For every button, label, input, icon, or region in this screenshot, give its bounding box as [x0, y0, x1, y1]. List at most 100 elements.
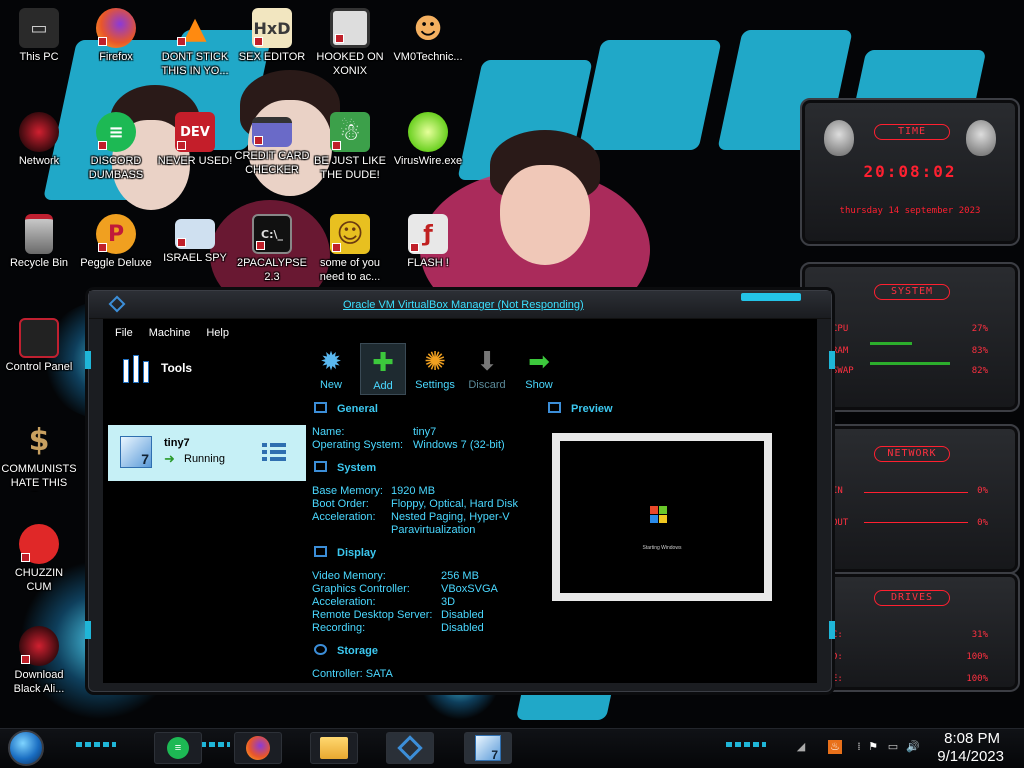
tools-icon [121, 353, 151, 383]
desktop-icon-network[interactable]: Network [1, 112, 77, 168]
desktop-icon-label: BE JUST LIKE THE DUDE! [314, 155, 386, 181]
taskbar-app-firefox[interactable] [234, 732, 282, 764]
desktop-icon-this-pc[interactable]: ▭ This PC [1, 8, 77, 64]
desktop-icon-communists[interactable]: $ COMMUNISTS HATE THIS G... [1, 420, 77, 493]
settings-button[interactable]: ✺ Settings [412, 343, 458, 395]
desktop-icon-sex-editor[interactable]: HxD SEX EDITOR [234, 8, 310, 64]
desktop-icon-label: Control Panel [5, 361, 73, 373]
desktop-icon-be-just-like-the-dude[interactable]: ☃ BE JUST LIKE THE DUDE! [312, 112, 388, 182]
spy-icon [175, 219, 215, 249]
green-chat-icon: ≡ [167, 737, 189, 759]
time-gadget[interactable]: TIME 20:08:02 thursday 14 september 2023 [800, 98, 1020, 246]
gadget-title: TIME [874, 124, 950, 140]
prop-key: Acceleration: [312, 596, 376, 608]
recycle-bin-icon [25, 214, 53, 254]
tray-app-icon[interactable]: ♨ [828, 740, 842, 754]
desktop-icon-control-panel[interactable]: Control Panel [1, 318, 77, 374]
prop-value: 1920 MB [391, 485, 436, 497]
peggle-icon: P [96, 214, 136, 254]
start-button[interactable] [8, 730, 44, 766]
desktop-icon-recycle-bin[interactable]: Recycle Bin [1, 214, 77, 270]
desktop-icon-2pacalypse[interactable]: C:\_ 2PACALYPSE 2.3 [234, 214, 310, 284]
taskbar-app-virtualbox[interactable] [386, 732, 434, 764]
desktop-icon-chuzzin[interactable]: CHUZZIN CUM [1, 524, 77, 594]
desktop-icon-some-of-you[interactable]: ☺ some of you need to ac... [312, 214, 388, 284]
flash-icon: ƒ [408, 214, 448, 254]
desktop-icon-download-black-alienware[interactable]: Download Black Ali... [1, 626, 77, 696]
monitor-icon [548, 402, 561, 413]
desktop-icon-israel-spy[interactable]: ISRAEL SPY [157, 214, 233, 265]
network-row-value: 0% [977, 486, 988, 496]
desktop-icon-viruswire[interactable]: VirusWire.exe [390, 112, 466, 168]
prop-value: Disabled [441, 609, 484, 621]
toolbar: ✹ New ✚ Add ✺ Settings ⬇ Discard ➡ Show [308, 343, 562, 395]
desktop-icon-label: ISRAEL SPY [163, 252, 227, 264]
network-gadget[interactable]: NETWORK IN 0% OUT 0% [800, 424, 1020, 574]
desktop-icon-label: 2PACALYPSE 2.3 [237, 257, 307, 283]
tray-volume-icon[interactable]: 🔊 [906, 740, 920, 754]
control-panel-icon [19, 318, 59, 358]
drive-row-value: 31% [971, 630, 988, 640]
desktop-icon-hooked-on-xonix[interactable]: HOOKED ON XONIX [312, 8, 388, 78]
desktop-icon-never-used[interactable]: DEV NEVER USED! [157, 112, 233, 168]
menu-help[interactable]: Help [206, 327, 229, 343]
tray-network-icon[interactable]: ◢ [794, 740, 808, 754]
desktop-icon-firefox[interactable]: Firefox [78, 8, 154, 64]
running-arrow-icon: ➜ [164, 451, 175, 466]
desktop-icon-peggle[interactable]: P Peggle Deluxe [78, 214, 154, 270]
new-button[interactable]: ✹ New [308, 343, 354, 395]
menu-file[interactable]: File [115, 327, 133, 343]
desktop-icon-label: Download Black Ali... [13, 669, 65, 695]
system-row-label: SWAP [832, 366, 854, 376]
cmd-icon: C:\_ [252, 214, 292, 254]
settings-label: Settings [415, 379, 455, 391]
prop-key: Graphics Controller: [312, 583, 410, 595]
menu-machine[interactable]: Machine [149, 327, 191, 343]
new-star-icon: ✹ [320, 347, 342, 377]
desktop-icon-label: SEX EDITOR [238, 51, 306, 63]
vm-list-item-tiny7[interactable]: 7 tiny7 ➜ Running [108, 425, 306, 481]
alien-head-icon [824, 120, 854, 156]
window-title-bar[interactable]: Oracle VM VirtualBox Manager (Not Respon… [89, 291, 831, 319]
desktop-icon-flash[interactable]: ƒ FLASH ! [390, 214, 466, 270]
section-preview: Preview [548, 402, 613, 415]
tray-display-icon[interactable]: ▭ [886, 740, 900, 754]
green-chat-icon: ≡ [96, 112, 136, 152]
add-plus-icon: ✚ [372, 348, 394, 378]
window-controls[interactable] [741, 293, 801, 301]
add-label: Add [373, 380, 393, 392]
desktop-icon-dont-stick[interactable]: ▲ DONT STICK THIS IN YO... [157, 8, 233, 78]
desktop-icon-credit-card-checker[interactable]: CREDIT CARD CHECKER [234, 112, 310, 177]
tray-chevron-icon[interactable]: ⁞ [852, 740, 866, 754]
taskbar-app-file-explorer[interactable] [310, 732, 358, 764]
vm-preview[interactable]: Starting Windows [552, 433, 772, 601]
desktop-icon-label: DONT STICK THIS IN YO... [161, 51, 229, 77]
discard-button[interactable]: ⬇ Discard [464, 343, 510, 395]
show-button[interactable]: ➡ Show [516, 343, 562, 395]
prop-value: tiny7 [413, 426, 437, 438]
add-button[interactable]: ✚ Add [360, 343, 406, 395]
desktop-icon-label: NEVER USED! [157, 155, 233, 167]
windows-logo-icon [650, 506, 668, 524]
vm-details-menu-icon[interactable] [262, 441, 286, 465]
section-general: General [314, 402, 378, 415]
menu-bar: File Machine Help [103, 319, 229, 343]
tray-action-center-icon[interactable]: ⚑ [866, 740, 880, 754]
discard-label: Discard [468, 379, 506, 391]
desktop-icon-vm0technic[interactable]: ☻ VM0Technic... [390, 8, 466, 64]
taskbar-clock-time[interactable]: 8:08 PM [944, 730, 1000, 747]
monitor-icon [314, 402, 327, 413]
section-system: System [314, 461, 376, 474]
prop-value: 3D [441, 596, 456, 608]
taskbar-clock-date[interactable]: 9/14/2023 [937, 748, 1004, 765]
system-gadget[interactable]: SYSTEM CPU 27% RAM 83% SWAP 82% [800, 262, 1020, 412]
network-row-label: IN [832, 486, 843, 496]
desktop-icon-discord[interactable]: ≡ DISCORD DUMBASS [78, 112, 154, 182]
taskbar-app-green-chat[interactable]: ≡ [154, 732, 202, 764]
taskbar-app-tiny7-vm[interactable]: 7 [464, 732, 512, 764]
vm-state: Running [184, 453, 225, 465]
desktop-icon-label: Network [18, 155, 60, 167]
chuzzle-icon [19, 524, 59, 564]
section-storage: Storage [314, 644, 378, 657]
tools-item[interactable]: Tools [121, 353, 192, 383]
